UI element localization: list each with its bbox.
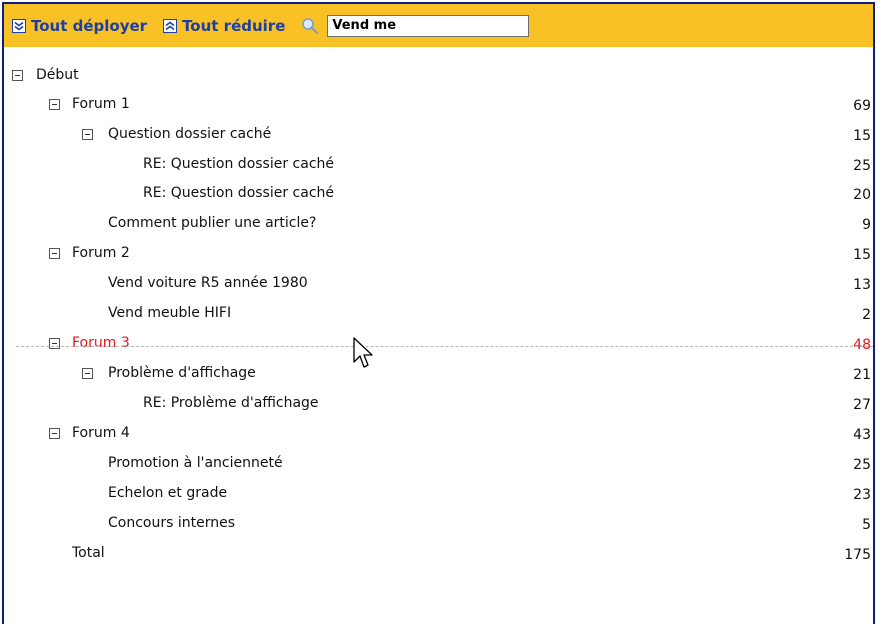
tree-node-label: Vend voiture R5 année 1980 (108, 275, 308, 291)
total-label: Total (72, 545, 105, 561)
post-count: 69 (853, 98, 871, 114)
post-count: 15 (853, 247, 871, 263)
drag-drop-indicator (16, 346, 873, 347)
tree-row-total: Total 175 (4, 540, 873, 570)
post-count: 13 (853, 277, 871, 293)
collapse-all-button[interactable]: Tout réduire (163, 17, 285, 35)
post-count: 5 (862, 517, 871, 533)
tree-row-forum-2[interactable]: Forum 2 15 (4, 240, 873, 270)
collapse-toggle-icon[interactable] (82, 368, 93, 379)
tree-node-label: Concours internes (108, 515, 236, 531)
tree-node-label: Début (36, 67, 79, 83)
tree-node-label: Promotion à l'ancienneté (108, 455, 283, 471)
expand-all-button[interactable]: Tout déployer (12, 17, 147, 35)
total-count: 175 (844, 547, 871, 563)
tree-row-topic[interactable]: Question dossier caché 15 (4, 121, 873, 151)
tree-node-label: Forum 1 (72, 96, 130, 112)
tree-row-topic[interactable]: Problème d'affichage 21 (4, 360, 873, 390)
tree-node-label: Comment publier une article? (108, 215, 317, 231)
collapse-toggle-icon[interactable] (82, 129, 93, 140)
tree-row-topic[interactable]: Promotion à l'ancienneté 25 (4, 450, 873, 480)
tree-row-forum-3[interactable]: Forum 3 48 (4, 330, 873, 360)
tree-node-label: Forum 2 (72, 245, 130, 261)
tree-node-label: Forum 4 (72, 425, 130, 441)
tree-node-label: Problème d'affichage (108, 365, 256, 381)
tree-row-topic[interactable]: Comment publier une article? 9 (4, 210, 873, 240)
tree-node-label: Vend meuble HIFI (108, 305, 232, 321)
tree-row-reply[interactable]: RE: Question dossier caché 25 (4, 151, 873, 181)
tree-row-reply[interactable]: RE: Question dossier caché 20 (4, 180, 873, 210)
post-count: 9 (862, 217, 871, 233)
post-count: 21 (853, 367, 871, 383)
post-count: 15 (853, 128, 871, 144)
tree-row-forum-1[interactable]: Forum 1 69 (4, 91, 873, 121)
collapse-toggle-icon[interactable] (49, 338, 60, 349)
expand-all-icon (12, 18, 26, 33)
tree-node-label: Question dossier caché (108, 126, 272, 142)
toolbar: Tout déployer Tout réduire (4, 4, 873, 47)
tree-row-reply[interactable]: RE: Problème d'affichage 27 (4, 390, 873, 420)
post-count: 48 (853, 337, 871, 353)
post-count: 2 (862, 307, 871, 323)
tree-row-topic[interactable]: Echelon et grade 23 (4, 480, 873, 510)
collapse-all-icon (163, 18, 178, 33)
search-icon[interactable] (301, 17, 319, 35)
collapse-toggle-icon[interactable] (12, 70, 23, 81)
collapse-toggle-icon[interactable] (49, 248, 60, 259)
post-count: 20 (853, 187, 871, 203)
post-count: 27 (853, 397, 871, 413)
forum-tree-panel: Tout déployer Tout réduire Début Forum 1… (2, 2, 875, 624)
post-count: 23 (853, 487, 871, 503)
tree-node-label: Forum 3 (72, 335, 130, 351)
collapse-toggle-icon[interactable] (49, 428, 60, 439)
mouse-cursor-icon (353, 337, 373, 368)
tree-row-topic[interactable]: Vend voiture R5 année 1980 13 (4, 270, 873, 300)
tree-row-topic[interactable]: Concours internes 5 (4, 510, 873, 540)
post-count: 25 (853, 158, 871, 174)
tree-node-label: RE: Problème d'affichage (143, 395, 319, 411)
tree-row-topic[interactable]: Vend meuble HIFI 2 (4, 300, 873, 330)
expand-all-label: Tout déployer (31, 16, 148, 35)
search-input[interactable] (327, 14, 530, 37)
tree-node-label: RE: Question dossier caché (143, 156, 335, 172)
tree-node-label: Echelon et grade (108, 485, 228, 501)
collapse-all-label: Tout réduire (182, 16, 286, 35)
post-count: 25 (853, 457, 871, 473)
tree-node-label: RE: Question dossier caché (143, 185, 335, 201)
tree-row-forum-4[interactable]: Forum 4 43 (4, 420, 873, 450)
collapse-toggle-icon[interactable] (49, 99, 60, 110)
tree-root[interactable]: Début (4, 62, 873, 92)
post-count: 43 (853, 427, 871, 443)
